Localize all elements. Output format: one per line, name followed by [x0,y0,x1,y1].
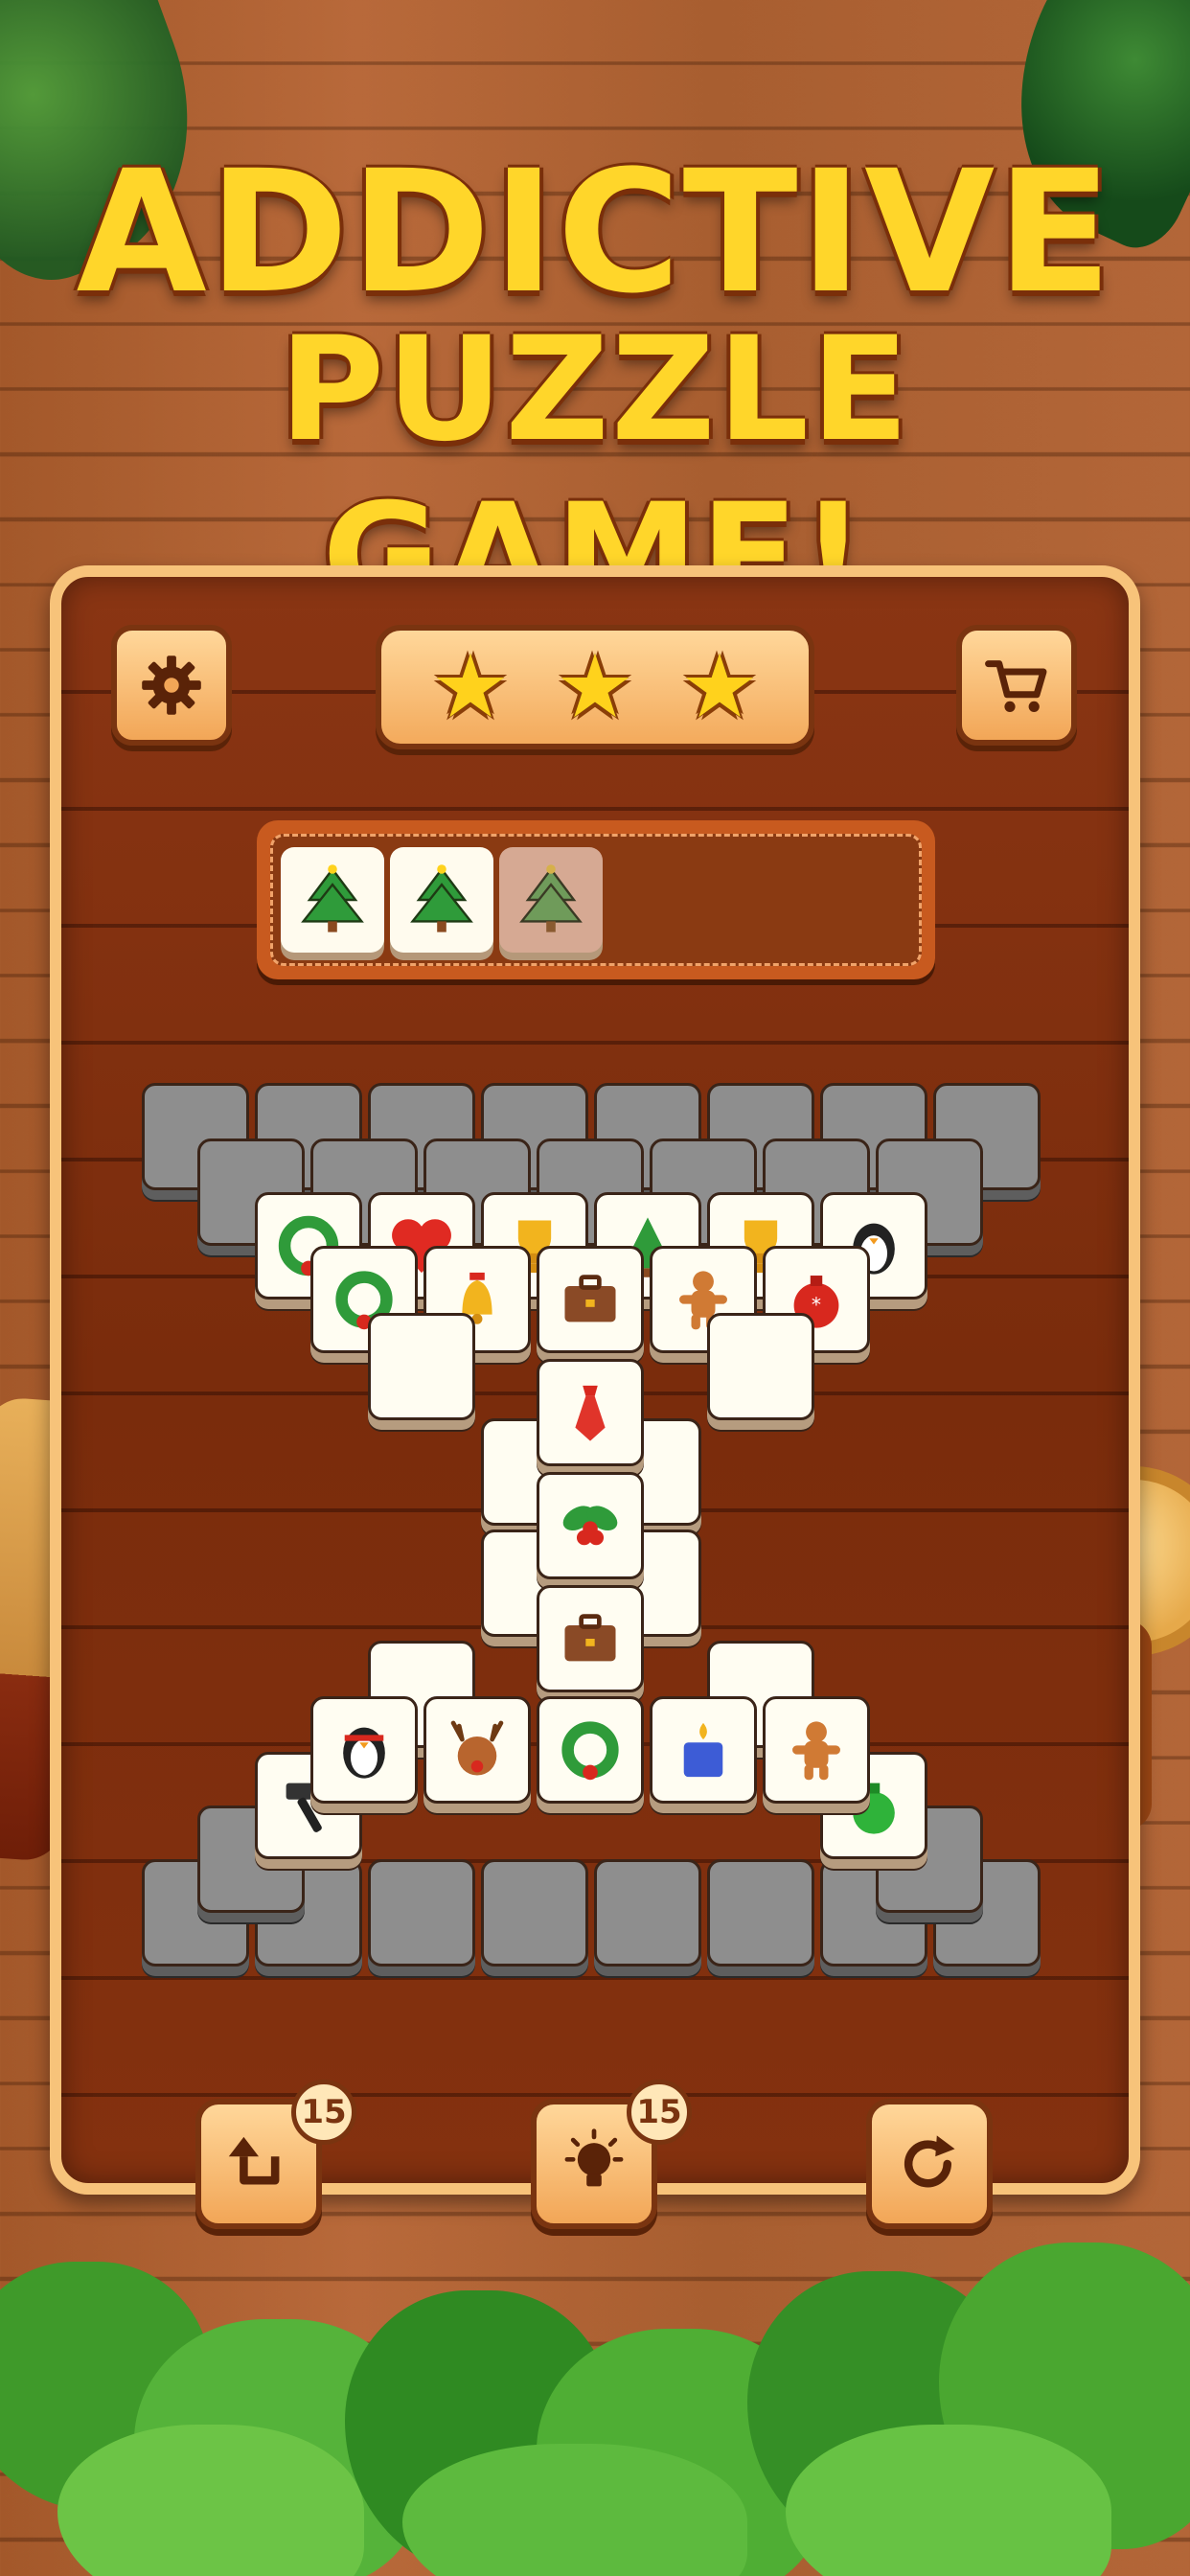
cart-icon [985,660,1047,712]
tile-bottom-gray-4 [481,1859,588,1966]
tile-briefcase[interactable] [537,1246,644,1353]
christmas-tree-icon [410,864,473,932]
necktie-icon [575,1385,606,1441]
star-1: ★ [430,635,511,738]
star-2: ★ [555,635,635,738]
star-3: ★ [679,635,760,738]
penguin-icon [343,1727,385,1779]
tile-leaf-partial [368,1313,475,1420]
tile-wreath-bottom[interactable] [537,1696,644,1804]
settings-button[interactable] [111,625,232,746]
briefcase-icon [564,1614,616,1662]
gear-icon [142,656,201,715]
tile-gingerbread-bottom[interactable] [763,1696,870,1804]
headline-line-1: ADDICTIVE [76,134,1114,331]
star-rating-bar: ★ ★ ★ [376,625,814,749]
tray-tile-1 [281,847,384,953]
wreath-icon [561,1721,619,1781]
tile-necktie[interactable] [537,1359,644,1466]
tile-briefcase-2[interactable] [537,1585,644,1692]
tile-bottom-gray-5 [594,1859,701,1966]
match-tray [257,820,935,979]
holly-icon [562,1506,618,1546]
jungle-foliage-bottom [0,2204,1190,2576]
reindeer-icon [450,1720,504,1776]
tray-tile-3 [499,847,603,953]
lightbulb-icon [564,2128,624,2187]
shuffle-icon [904,2135,955,2188]
christmas-tree-icon [301,864,364,932]
shop-button[interactable] [956,625,1077,746]
tile-bottom-gray-3 [368,1859,475,1966]
undo-icon [228,2136,280,2185]
svg-text:*: * [812,1293,821,1316]
undo-count-badge: 15 [291,2080,356,2145]
tile-reindeer[interactable] [423,1696,531,1804]
gingerbread-icon [792,1721,840,1781]
tile-penguin-front[interactable] [310,1696,418,1804]
tile-bottom-gray-6 [707,1859,814,1966]
briefcase-icon [564,1275,616,1322]
tile-candle[interactable] [650,1696,757,1804]
candle-icon [683,1722,723,1778]
tray-tile-2 [390,847,493,953]
tile-holly[interactable] [537,1472,644,1579]
christmas-tree-icon [519,864,583,932]
tile-ring-partial [707,1313,814,1420]
hint-count-badge: 15 [627,2080,692,2145]
